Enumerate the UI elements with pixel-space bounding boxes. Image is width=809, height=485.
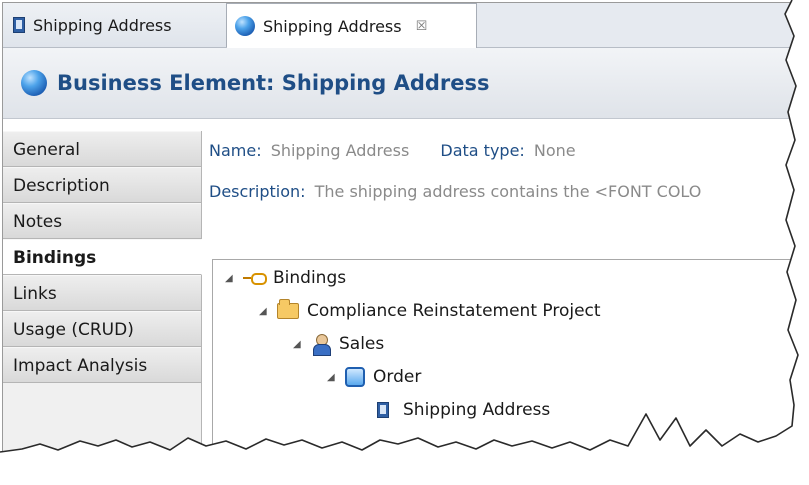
business-element-icon xyxy=(21,70,47,96)
folder-icon xyxy=(277,299,299,319)
editor-header: Business Element: Shipping Address xyxy=(3,48,807,119)
side-tab-impact-analysis[interactable]: Impact Analysis xyxy=(3,347,201,383)
side-tab-list: General Description Notes Bindings Links… xyxy=(3,131,202,453)
tab-shipping-address-business-element[interactable]: Shipping Address ☒ xyxy=(227,3,477,48)
expand-triangle-icon[interactable]: ◢ xyxy=(259,306,269,317)
side-tab-general[interactable]: General xyxy=(3,131,201,167)
tree-node-sales[interactable]: ◢ Sales xyxy=(293,331,384,357)
editor-window: Shipping Address Shipping Address ☒ Busi… xyxy=(2,2,808,454)
close-tab-icon[interactable]: ☒ xyxy=(416,19,428,34)
expand-triangle-icon[interactable]: ◢ xyxy=(225,273,235,284)
bindings-panel: Name: Shipping Address Data type: None D… xyxy=(202,119,807,453)
side-tab-notes[interactable]: Notes xyxy=(3,203,201,239)
tree-node-order[interactable]: ◢ Order xyxy=(327,364,421,390)
attribute-icon xyxy=(377,402,389,418)
side-tab-links[interactable]: Links xyxy=(3,275,201,311)
description-label: Description: xyxy=(209,182,306,201)
tree-node-bindings[interactable]: ◢ Bindings xyxy=(225,265,346,291)
tab-shipping-address-attribute[interactable]: Shipping Address xyxy=(3,3,227,47)
tree-node-label: Shipping Address xyxy=(403,400,551,420)
datatype-label: Data type: xyxy=(440,141,525,160)
side-tab-description[interactable]: Description xyxy=(3,167,201,203)
bindings-tree: ◢ Bindings ◢ Compliance Reinstatement Pr… xyxy=(212,259,807,453)
binding-icon xyxy=(243,273,267,285)
description-value: The shipping address contains the <FONT … xyxy=(314,182,702,201)
tree-node-label: Compliance Reinstatement Project xyxy=(307,301,601,321)
tree-node-label: Sales xyxy=(339,334,385,354)
order-icon xyxy=(345,367,365,387)
tree-node-shipping-address[interactable]: Shipping Address xyxy=(377,397,550,423)
business-element-icon xyxy=(235,16,255,36)
tab-label: Shipping Address xyxy=(263,16,402,36)
name-row: Name: Shipping Address Data type: None xyxy=(209,141,576,160)
page-title: Business Element: Shipping Address xyxy=(57,71,490,95)
description-row: Description: The shipping address contai… xyxy=(209,182,701,201)
side-tab-bindings[interactable]: Bindings xyxy=(3,239,202,275)
name-value: Shipping Address xyxy=(270,141,410,160)
datatype-value: None xyxy=(533,141,576,160)
tree-node-label: Order xyxy=(373,367,422,387)
tree-node-project[interactable]: ◢ Compliance Reinstatement Project xyxy=(259,298,601,324)
expand-triangle-icon[interactable]: ◢ xyxy=(293,339,303,350)
tab-label: Shipping Address xyxy=(33,15,172,35)
tree-node-label: Bindings xyxy=(273,268,347,288)
side-tab-usage-crud[interactable]: Usage (CRUD) xyxy=(3,311,201,347)
attribute-icon xyxy=(13,17,25,33)
name-label: Name: xyxy=(209,141,262,160)
sales-icon xyxy=(311,334,331,356)
expand-triangle-icon[interactable]: ◢ xyxy=(327,372,337,383)
editor-tab-bar: Shipping Address Shipping Address ☒ xyxy=(3,3,807,48)
